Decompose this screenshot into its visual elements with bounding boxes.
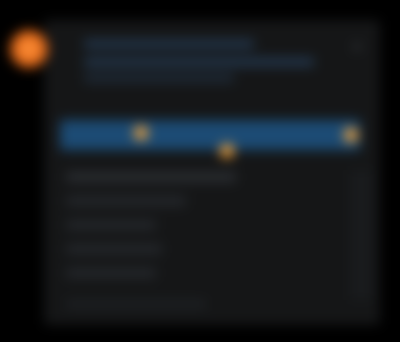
list-item[interactable] [66, 244, 162, 254]
header-subtitle [84, 58, 314, 66]
right-sidebar [350, 170, 372, 300]
list-item[interactable] [66, 220, 156, 230]
item-list [66, 172, 266, 292]
header-title [84, 40, 254, 48]
notification-badge-icon [220, 144, 234, 158]
footer-text [66, 300, 206, 308]
close-icon[interactable]: ✕ [350, 40, 364, 54]
list-item[interactable] [66, 196, 186, 206]
header-meta [84, 74, 234, 82]
app-logo-icon [10, 30, 48, 68]
notification-badge-icon [344, 128, 358, 142]
selected-row[interactable] [60, 120, 360, 150]
list-item[interactable] [66, 268, 156, 278]
notification-badge-icon [134, 126, 148, 140]
list-item[interactable] [66, 172, 236, 182]
